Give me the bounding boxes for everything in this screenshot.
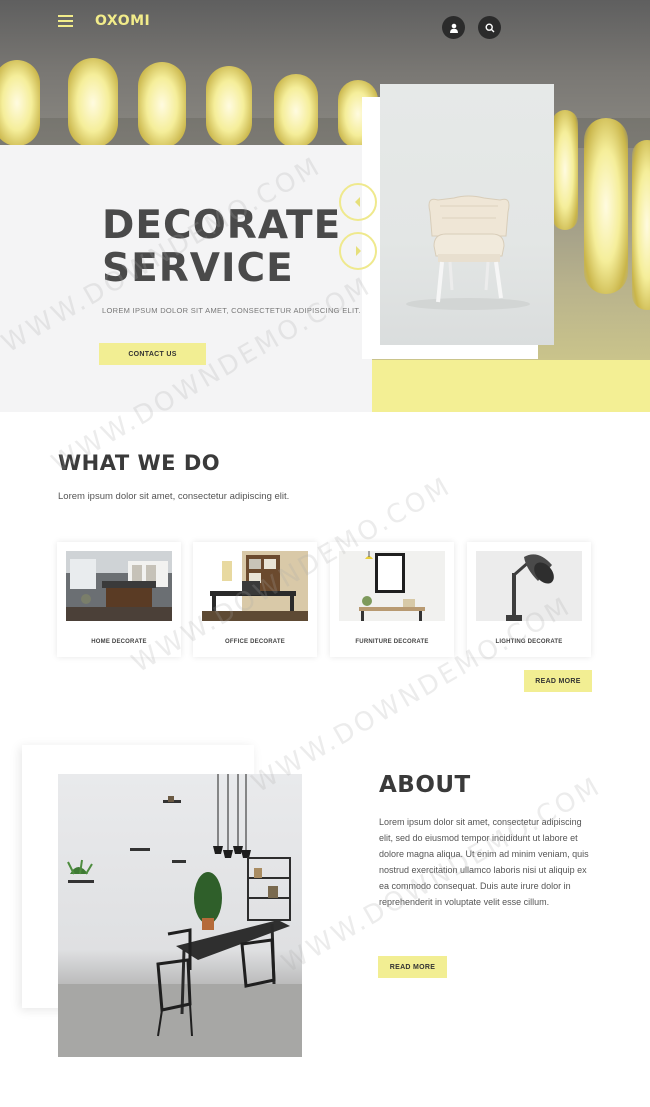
brand-logo[interactable]: OXOMI [95, 13, 150, 29]
hero-light-glow [138, 62, 186, 148]
services-read-more-button[interactable]: READ MORE [524, 670, 592, 692]
about-read-more-button[interactable]: READ MORE [378, 956, 447, 978]
hero-title-line1: DECORATE [102, 203, 342, 248]
home-decorate-image [66, 551, 172, 621]
chevron-left-icon [355, 197, 360, 207]
hero-light-glow [584, 118, 628, 294]
service-card-furniture[interactable]: FURNITURE DECORATE [330, 542, 454, 657]
search-icon [484, 22, 494, 32]
about-title: ABOUT [379, 772, 471, 798]
lighting-decorate-image [476, 551, 582, 621]
service-card-lighting[interactable]: LIGHTING DECORATE [467, 542, 591, 657]
hero-chair-image [380, 84, 554, 345]
hero-section: OXOMI DECORATE SERVICE LOREM IPSUM DOLOR… [0, 0, 650, 412]
service-label-home: HOME DECORATE [91, 639, 147, 645]
hero-light-glow [68, 58, 118, 148]
services-description: Lorem ipsum dolor sit amet, consectetur … [58, 491, 290, 502]
furniture-decorate-image [339, 551, 445, 621]
hero-subtitle: LOREM IPSUM DOLOR SIT AMET, CONSECTETUR … [102, 306, 361, 315]
hero-light-glow [0, 60, 40, 146]
slider-prev-button[interactable] [339, 183, 377, 221]
slider-next-button[interactable] [339, 232, 377, 270]
hero-accent-block [372, 360, 650, 412]
about-dining-room-image [58, 774, 302, 1057]
office-decorate-image [202, 551, 308, 621]
service-label-furniture: FURNITURE DECORATE [355, 639, 429, 645]
top-navigation-bar: OXOMI [0, 0, 650, 56]
service-label-office: OFFICE DECORATE [225, 639, 285, 645]
service-card-office[interactable]: OFFICE DECORATE [193, 542, 317, 657]
contact-us-button[interactable]: CONTACT US [99, 343, 206, 365]
services-title: WHAT WE DO [58, 451, 221, 475]
hero-light-glow [552, 110, 578, 230]
chevron-right-icon [356, 246, 361, 256]
hero-title-line2: SERVICE [102, 246, 294, 291]
hero-light-glow [206, 66, 252, 146]
service-label-lighting: LIGHTING DECORATE [495, 639, 563, 645]
user-account-button[interactable] [442, 16, 465, 39]
hamburger-menu-icon[interactable] [58, 15, 73, 27]
service-card-home[interactable]: HOME DECORATE [57, 542, 181, 657]
search-button[interactable] [478, 16, 501, 39]
user-icon [449, 23, 458, 33]
hero-light-glow [632, 140, 650, 310]
hero-title: DECORATE SERVICE [102, 204, 342, 290]
about-body-text: Lorem ipsum dolor sit amet, consectetur … [379, 817, 589, 907]
hero-light-glow [274, 74, 318, 148]
